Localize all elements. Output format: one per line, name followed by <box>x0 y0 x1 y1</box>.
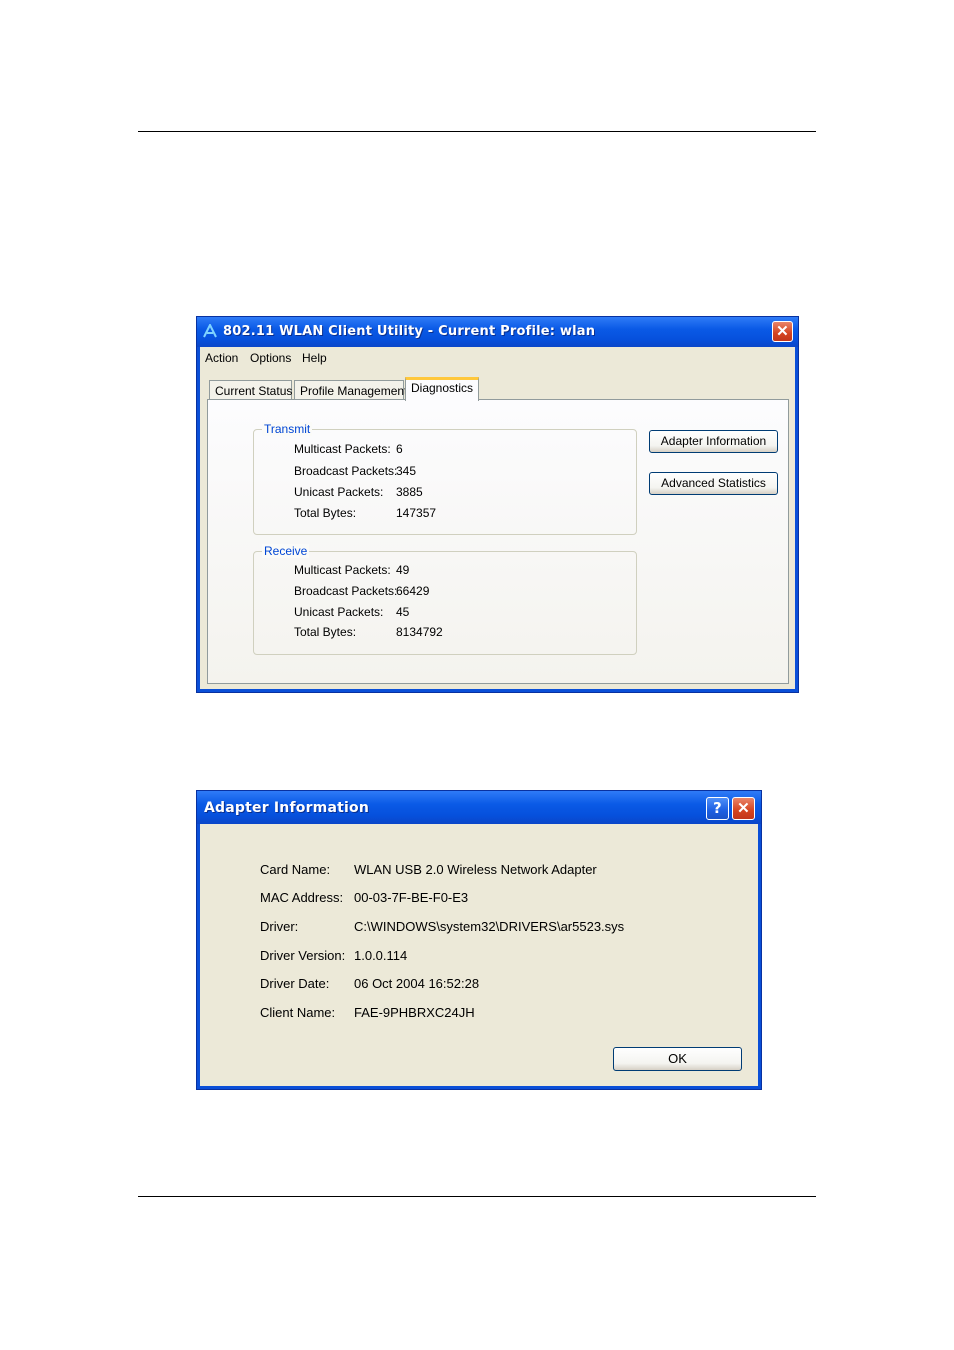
transmit-group: Transmit Multicast Packets: 6 Broadcast P… <box>253 422 637 535</box>
app-logo-icon <box>203 322 217 341</box>
row-value: 8134792 <box>396 625 443 639</box>
mac-address-row: MAC Address: 00-03-7F-BE-F0-E3 <box>260 890 468 905</box>
row-value: 147357 <box>396 506 437 520</box>
close-icon: ✕ <box>737 800 750 817</box>
driver-date-row: Driver Date: 06 Oct 2004 16:52:28 <box>260 976 479 991</box>
row-label: Driver: <box>260 919 299 934</box>
transmit-broadcast-row: Broadcast Packets:345 <box>294 464 416 478</box>
row-label: Unicast Packets: <box>294 605 384 619</box>
dialog-title-bar[interactable]: Adapter Information ? ✕ <box>197 791 761 824</box>
row-value: 49 <box>396 563 410 577</box>
menu-help[interactable]: Help <box>302 351 327 365</box>
help-icon: ? <box>713 799 722 817</box>
receive-group: Receive Multicast Packets: 49 Broadcast P… <box>253 544 637 655</box>
window-client-area: Action Options Help Current Status Profi… <box>200 347 795 689</box>
wlan-utility-window: 802.11 WLAN Client Utility - Current Pro… <box>196 316 799 693</box>
receive-total-bytes-row: Total Bytes: 8134792 <box>294 625 443 639</box>
close-button[interactable]: ✕ <box>772 321 793 342</box>
row-label: Broadcast Packets: <box>294 464 398 478</box>
menu-action[interactable]: Action <box>205 351 238 365</box>
transmit-group-title: Transmit <box>262 422 313 436</box>
row-value: 06 Oct 2004 16:52:28 <box>354 976 480 991</box>
row-value: 66429 <box>396 584 430 598</box>
title-bar[interactable]: 802.11 WLAN Client Utility - Current Pro… <box>197 317 798 347</box>
row-value: 3885 <box>396 485 423 499</box>
tab-current-status[interactable]: Current Status <box>209 380 292 400</box>
menu-bar: Action Options Help <box>200 347 795 369</box>
row-label: Broadcast Packets: <box>294 584 398 598</box>
receive-unicast-row: Unicast Packets: 45 <box>294 605 409 619</box>
card-name-row: Card Name: WLAN USB 2.0 Wireless Network … <box>260 862 597 877</box>
row-value: 45 <box>396 605 410 619</box>
row-label: Driver Date: <box>260 976 330 991</box>
top-rule <box>138 131 816 132</box>
advanced-statistics-button[interactable]: Advanced Statistics <box>649 472 778 495</box>
dialog-client-area: Card Name: WLAN USB 2.0 Wireless Network … <box>200 824 758 1086</box>
close-icon: ✕ <box>776 323 789 340</box>
adapter-information-dialog: Adapter Information ? ✕ Card Name: WLAN U… <box>196 790 762 1090</box>
row-label: Unicast Packets: <box>294 485 384 499</box>
menu-options[interactable]: Options <box>250 351 291 365</box>
transmit-unicast-row: Unicast Packets: 3885 <box>294 485 423 499</box>
adapter-information-button[interactable]: Adapter Information <box>649 430 778 453</box>
row-value: 6 <box>396 442 403 456</box>
driver-version-row: Driver Version: 1.0.0.114 <box>260 948 407 963</box>
row-label: Card Name: <box>260 862 331 877</box>
transmit-multicast-row: Multicast Packets: 6 <box>294 442 403 456</box>
diagnostics-panel: Transmit Multicast Packets: 6 Broadcast P… <box>207 399 789 684</box>
bottom-rule <box>138 1196 816 1197</box>
help-button[interactable]: ? <box>706 797 729 820</box>
row-label: Multicast Packets: <box>294 442 391 456</box>
row-value: WLAN USB 2.0 Wireless Network Adapter <box>354 862 597 877</box>
row-label: Total Bytes: <box>294 625 357 639</box>
tab-diagnostics[interactable]: Diagnostics <box>405 377 479 401</box>
tab-profile-management[interactable]: Profile Management <box>294 380 407 400</box>
receive-broadcast-row: Broadcast Packets:66429 <box>294 584 429 598</box>
row-label: Client Name: <box>260 1005 336 1020</box>
row-label: Multicast Packets: <box>294 563 391 577</box>
transmit-total-bytes-row: Total Bytes: 147357 <box>294 506 436 520</box>
client-name-row: Client Name: FAE-9PHBRXC24JH <box>260 1005 475 1020</box>
dialog-close-button[interactable]: ✕ <box>732 797 755 820</box>
row-label: Driver Version: <box>260 948 346 963</box>
row-value: 00-03-7F-BE-F0-E3 <box>354 890 469 905</box>
row-value: 345 <box>396 464 417 478</box>
row-label: MAC Address: <box>260 890 344 905</box>
row-value: FAE-9PHBRXC24JH <box>354 1005 475 1020</box>
dialog-title: Adapter Information <box>204 800 369 816</box>
receive-group-title: Receive <box>262 544 310 558</box>
row-label: Total Bytes: <box>294 506 357 520</box>
row-value: 1.0.0.114 <box>354 948 408 963</box>
ok-button[interactable]: OK <box>613 1047 742 1071</box>
window-title: 802.11 WLAN Client Utility - Current Pro… <box>223 324 596 339</box>
driver-row: Driver: C:\WINDOWS\system32\DRIVERS\ar552… <box>260 919 624 934</box>
receive-multicast-row: Multicast Packets: 49 <box>294 563 409 577</box>
row-value: C:\WINDOWS\system32\DRIVERS\ar5523.sys <box>354 919 625 934</box>
